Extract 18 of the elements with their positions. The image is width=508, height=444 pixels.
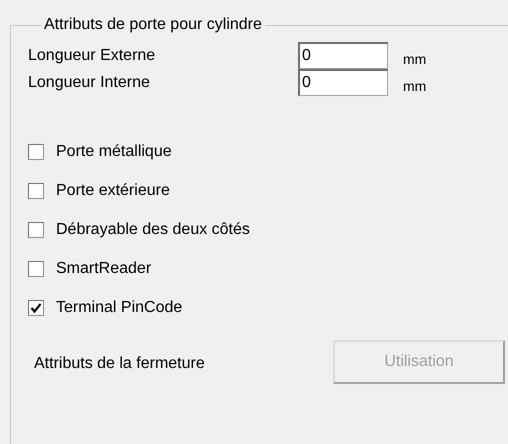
length-field[interactable]: 0 xyxy=(298,42,388,69)
unit-label: mm xyxy=(403,78,426,94)
unit-label: mm xyxy=(403,50,426,66)
checkbox-label: Porte métallique xyxy=(56,142,172,162)
checkbox-label: Porte extérieure xyxy=(56,181,170,201)
checkbox[interactable] xyxy=(28,144,44,160)
checkbox[interactable] xyxy=(28,300,44,316)
length-field[interactable]: 0 xyxy=(298,69,388,96)
checkbox-label: SmartReader xyxy=(56,259,152,279)
checkbox-label: Terminal PinCode xyxy=(56,298,182,318)
field-label: Longueur Interne xyxy=(28,74,151,92)
checkbox[interactable] xyxy=(28,183,44,199)
checkbox-label: Débrayable des deux côtés xyxy=(56,220,250,240)
closure-label: Attributs de la fermeture xyxy=(34,355,206,373)
group-title: Attributs de porte pour cylindre xyxy=(43,16,263,34)
field-label: Longueur Externe xyxy=(28,46,156,64)
checkbox[interactable] xyxy=(28,261,44,277)
checkbox[interactable] xyxy=(28,222,44,238)
